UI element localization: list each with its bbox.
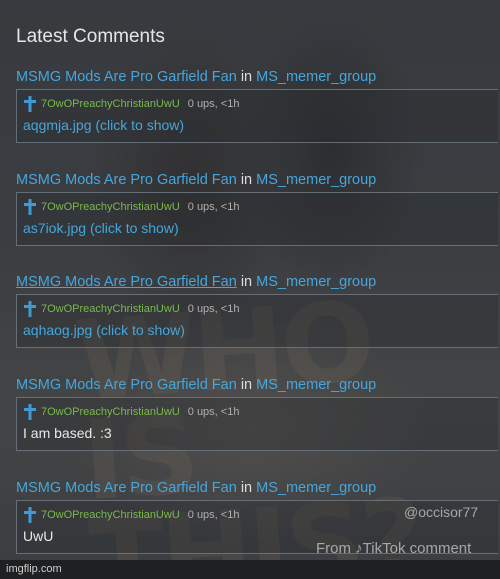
comment-stats: 0 ups, <1h xyxy=(187,201,240,213)
post-title-link[interactable]: MSMG Mods Are Pro Garfield Fan xyxy=(16,480,237,496)
cross-icon xyxy=(23,507,37,523)
image-filename-link[interactable]: aqgmja.jpg xyxy=(23,117,92,133)
comment-stats: 0 ups, <1h xyxy=(187,406,240,418)
comment-title-line: MSMG Mods Are Pro Garfield Fan in MS_mem… xyxy=(16,480,376,496)
footer-bar: imgflip.com xyxy=(0,560,500,579)
comment-stats: 0 ups, <1h xyxy=(187,509,240,521)
comment-card: 7OwOPreachyChristianUwU 0 ups, <1h I am b… xyxy=(16,397,498,451)
comment-title-line: MSMG Mods Are Pro Garfield Fan in MS_mem… xyxy=(16,274,376,290)
image-filename-link[interactable]: aqhaog.jpg xyxy=(23,322,92,338)
click-to-show-link[interactable]: (click to show) xyxy=(90,220,179,236)
comment-title-line: MSMG Mods Are Pro Garfield Fan in MS_mem… xyxy=(16,69,376,85)
stream-link[interactable]: MS_memer_group xyxy=(256,69,376,85)
comment-text: aqgmja.jpg (click to show) xyxy=(23,117,184,133)
watermark-tiktok: From ♪TikTok comment xyxy=(316,540,472,557)
post-title-link[interactable]: MSMG Mods Are Pro Garfield Fan xyxy=(16,377,237,393)
in-label: in xyxy=(240,274,253,290)
username-link[interactable]: 7OwOPreachyChristianUwU xyxy=(41,509,180,521)
footer-credit: imgflip.com xyxy=(6,563,62,575)
post-title-link[interactable]: MSMG Mods Are Pro Garfield Fan xyxy=(16,274,237,290)
post-title-link[interactable]: MSMG Mods Are Pro Garfield Fan xyxy=(16,172,237,188)
in-label: in xyxy=(240,172,253,188)
comment-card: 7OwOPreachyChristianUwU 0 ups, <1h aqgmja… xyxy=(16,89,498,143)
comment-stats: 0 ups, <1h xyxy=(187,303,240,315)
cross-icon xyxy=(23,404,37,420)
username-link[interactable]: 7OwOPreachyChristianUwU xyxy=(41,98,180,110)
username-link[interactable]: 7OwOPreachyChristianUwU xyxy=(41,201,180,213)
username-link[interactable]: 7OwOPreachyChristianUwU xyxy=(41,406,180,418)
comment-text: as7iok.jpg (click to show) xyxy=(23,220,179,236)
section-title: Latest Comments xyxy=(16,26,165,47)
comment-meta: 7OwOPreachyChristianUwU 0 ups, <1h xyxy=(23,96,239,112)
cross-icon xyxy=(23,199,37,215)
comment-meta: 7OwOPreachyChristianUwU 0 ups, <1h xyxy=(23,507,239,523)
stream-link[interactable]: MS_memer_group xyxy=(256,377,376,393)
in-label: in xyxy=(240,377,253,393)
comment-card: 7OwOPreachyChristianUwU 0 ups, <1h as7iok… xyxy=(16,192,498,246)
in-label: in xyxy=(240,480,253,496)
in-label: in xyxy=(240,69,253,85)
comment-stats: 0 ups, <1h xyxy=(187,98,240,110)
comment-title-line: MSMG Mods Are Pro Garfield Fan in MS_mem… xyxy=(16,172,376,188)
stream-link[interactable]: MS_memer_group xyxy=(256,172,376,188)
cross-icon xyxy=(23,96,37,112)
stream-link[interactable]: MS_memer_group xyxy=(256,480,376,496)
comment-text: aqhaog.jpg (click to show) xyxy=(23,322,185,338)
comment-card: 7OwOPreachyChristianUwU 0 ups, <1h aqhaog… xyxy=(16,294,498,348)
cross-icon xyxy=(23,301,37,317)
comment-meta: 7OwOPreachyChristianUwU 0 ups, <1h xyxy=(23,404,239,420)
comment-meta: 7OwOPreachyChristianUwU 0 ups, <1h xyxy=(23,199,239,215)
watermark-handle: @occisor77 xyxy=(404,504,479,520)
comment-meta: 7OwOPreachyChristianUwU 0 ups, <1h xyxy=(23,301,239,317)
click-to-show-link[interactable]: (click to show) xyxy=(95,117,184,133)
click-to-show-link[interactable]: (click to show) xyxy=(96,322,185,338)
comment-text: UwU xyxy=(23,528,54,544)
post-title-link[interactable]: MSMG Mods Are Pro Garfield Fan xyxy=(16,69,237,85)
username-link[interactable]: 7OwOPreachyChristianUwU xyxy=(41,303,180,315)
comment-text: I am based. :3 xyxy=(23,425,112,441)
image-filename-link[interactable]: as7iok.jpg xyxy=(23,220,86,236)
stream-link[interactable]: MS_memer_group xyxy=(256,274,376,290)
comment-title-line: MSMG Mods Are Pro Garfield Fan in MS_mem… xyxy=(16,377,376,393)
